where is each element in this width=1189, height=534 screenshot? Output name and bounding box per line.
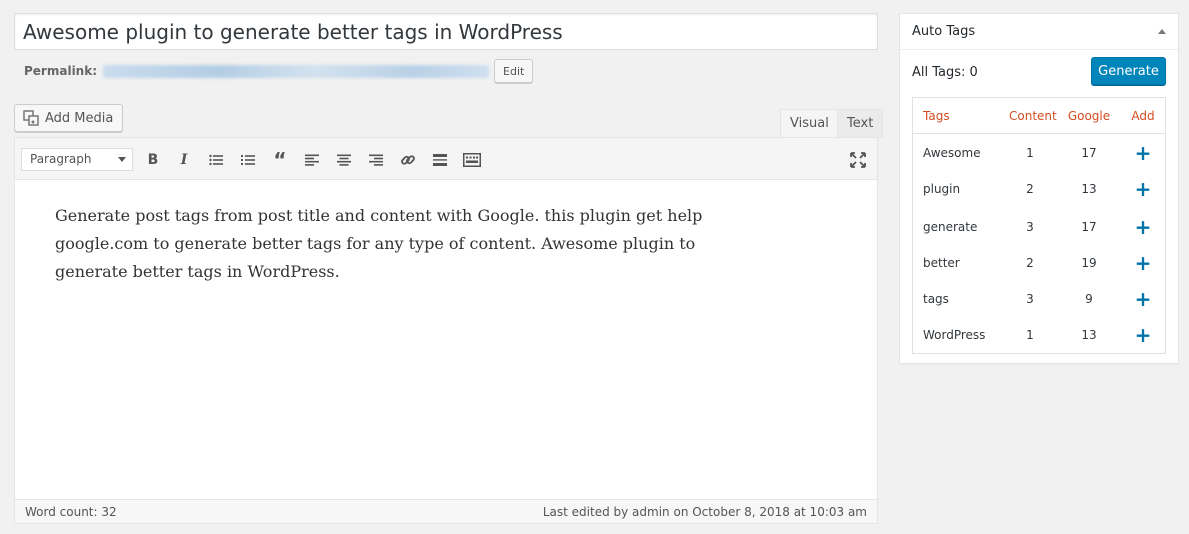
table-row: better 2 19 + — [913, 248, 1165, 278]
table-row: tags 3 9 + — [913, 284, 1165, 314]
format-select-value: Paragraph — [30, 152, 92, 166]
edit-permalink-button[interactable]: Edit — [494, 59, 534, 83]
permalink-row: Permalink: Edit — [24, 58, 534, 84]
auto-tags-header[interactable]: Auto Tags — [900, 14, 1178, 50]
format-select[interactable]: Paragraph — [21, 148, 133, 171]
chevron-down-icon — [118, 157, 126, 162]
blockquote-icon[interactable]: “ — [268, 148, 292, 172]
post-title-input[interactable]: Awesome plugin to generate better tags i… — [14, 13, 878, 50]
read-more-icon[interactable] — [428, 148, 452, 172]
bullet-list-icon[interactable] — [204, 148, 228, 172]
tag-google-count: 13 — [1081, 328, 1097, 342]
add-tag-plus-icon[interactable]: + — [1129, 143, 1157, 163]
numbered-list-icon[interactable] — [236, 148, 260, 172]
collapse-toggle-icon[interactable] — [1158, 29, 1166, 34]
last-edited: Last edited by admin on October 8, 2018 … — [542, 505, 867, 519]
editor: Paragraph B I “ Generate post tags from … — [14, 137, 878, 524]
tag-content-count: 3 — [1026, 292, 1034, 306]
tags-table-header: Tags Content Google Add — [913, 98, 1165, 134]
tags-table: Tags Content Google Add Awesome 1 17 + p… — [912, 97, 1166, 354]
auto-tags-title: Auto Tags — [912, 24, 976, 39]
italic-icon[interactable]: I — [172, 148, 196, 172]
tag-content-count: 1 — [1026, 146, 1034, 160]
tag-name: tags — [923, 292, 949, 306]
column-header-add: Add — [1131, 108, 1155, 123]
tab-visual[interactable]: Visual — [780, 109, 839, 138]
tab-text[interactable]: Text — [837, 109, 884, 138]
add-tag-plus-icon[interactable]: + — [1129, 179, 1157, 199]
add-tag-plus-icon[interactable]: + — [1129, 325, 1157, 345]
column-header-content: Content — [1009, 108, 1057, 123]
all-tags-count: All Tags: 0 — [912, 65, 978, 80]
table-row: WordPress 1 13 + — [913, 320, 1165, 350]
table-row: plugin 2 13 + — [913, 174, 1165, 204]
permalink-label: Permalink: — [24, 64, 98, 78]
link-icon[interactable] — [396, 148, 420, 172]
auto-tags-box: Auto Tags All Tags: 0 Generate Tags Cont… — [899, 13, 1179, 364]
tag-name: WordPress — [923, 328, 986, 342]
tag-google-count: 13 — [1081, 182, 1097, 196]
tag-content-count: 2 — [1026, 256, 1034, 270]
editor-statusbar: Word count: 32 Last edited by admin on O… — [15, 499, 877, 523]
align-center-icon[interactable] — [332, 148, 356, 172]
tag-content-count: 3 — [1026, 220, 1034, 234]
tag-content-count: 1 — [1026, 328, 1034, 342]
editor-toolbar: Paragraph B I “ — [15, 138, 877, 180]
tag-name: Awesome — [923, 146, 981, 160]
word-count: Word count: 32 — [25, 505, 117, 519]
column-header-google: Google — [1067, 108, 1111, 123]
add-tag-plus-icon[interactable]: + — [1129, 253, 1157, 273]
tag-content-count: 2 — [1026, 182, 1034, 196]
align-left-icon[interactable] — [300, 148, 324, 172]
align-right-icon[interactable] — [364, 148, 388, 172]
add-tag-plus-icon[interactable]: + — [1129, 217, 1157, 237]
tag-google-count: 17 — [1081, 146, 1097, 160]
generate-button[interactable]: Generate — [1091, 57, 1166, 85]
tag-name: better — [923, 256, 960, 270]
add-media-label: Add Media — [45, 110, 114, 126]
fullscreen-icon[interactable] — [846, 148, 870, 172]
tag-google-count: 17 — [1081, 220, 1097, 234]
table-row: generate 3 17 + — [913, 212, 1165, 242]
tag-google-count: 19 — [1081, 256, 1097, 270]
tag-name: generate — [923, 220, 978, 234]
permalink-url[interactable] — [103, 64, 490, 78]
tag-name: plugin — [923, 182, 961, 196]
tag-google-count: 9 — [1085, 292, 1093, 306]
toolbar-toggle-icon[interactable] — [460, 148, 484, 172]
add-media-icon — [23, 110, 39, 126]
add-media-button[interactable]: Add Media — [14, 104, 124, 132]
bold-icon[interactable]: B — [141, 148, 165, 172]
column-header-tags: Tags — [923, 108, 950, 123]
add-tag-plus-icon[interactable]: + — [1129, 289, 1157, 309]
editor-content[interactable]: Generate post tags from post title and c… — [55, 202, 715, 286]
table-row: Awesome 1 17 + — [913, 138, 1165, 168]
